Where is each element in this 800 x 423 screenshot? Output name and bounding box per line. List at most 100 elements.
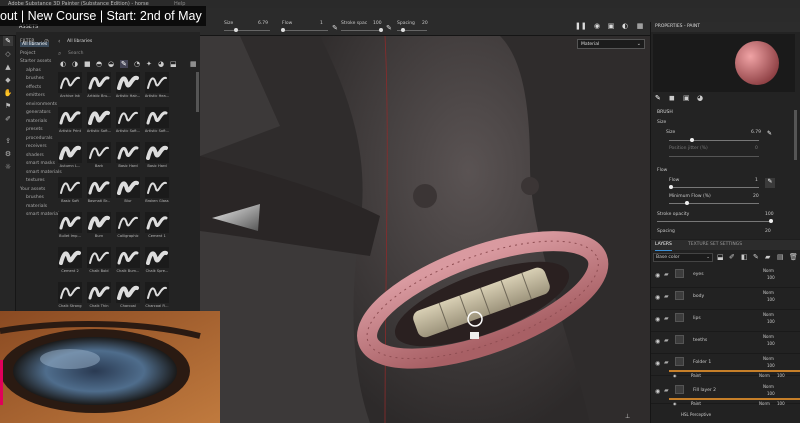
props-flow-knob[interactable] [668, 185, 673, 189]
back-arrow-icon[interactable]: ‹ [58, 38, 60, 45]
instance-icon[interactable]: ▤ [777, 253, 784, 261]
eye-icon[interactable]: ◉ [655, 388, 660, 395]
add-effect-icon[interactable]: ✎ [753, 253, 759, 261]
add-folder-icon[interactable]: ▰ [765, 253, 770, 261]
layer-opacity[interactable]: 100 [767, 341, 775, 346]
sublayer-opacity[interactable]: 100 [777, 373, 785, 378]
tree-item[interactable]: shaders [26, 153, 44, 158]
tree-item[interactable]: textures [26, 178, 45, 183]
min-flow-knob[interactable] [685, 201, 689, 205]
brush-thumbnail[interactable]: Basic Hard [143, 142, 171, 170]
brush-thumbnail[interactable]: Basic Soft [56, 177, 84, 205]
brush-thumbnail[interactable]: Cement 2 [56, 247, 84, 275]
layer-opacity[interactable]: 100 [767, 391, 775, 396]
color-picker-icon[interactable]: ✐ [3, 114, 13, 124]
delete-layer-icon[interactable]: 🗑 [789, 253, 798, 261]
tree-item[interactable]: presets [26, 127, 43, 132]
brush-thumbnail[interactable]: Bullet Imp... [56, 212, 84, 240]
eraser-icon[interactable]: ◇ [3, 49, 13, 59]
camera-icon[interactable]: ◉ [593, 22, 601, 30]
tree-item[interactable]: smart masks [26, 161, 55, 166]
eye-icon[interactable]: ◉ [655, 294, 660, 301]
export-icon[interactable]: ⇪ [3, 136, 13, 146]
smudge-icon[interactable]: ✋ [3, 88, 13, 98]
add-layer-icon[interactable]: ✐ [729, 253, 735, 261]
tree-item[interactable]: effects [26, 85, 41, 90]
flow-pen-icon[interactable]: ✎ [331, 24, 339, 32]
toolbar-flow-knob[interactable] [280, 28, 285, 32]
filter-textures-icon[interactable]: ◓ [96, 60, 102, 68]
layer-opacity[interactable]: 100 [767, 363, 775, 368]
tree-item[interactable]: environments [26, 102, 57, 107]
display-icon[interactable]: ☼ [3, 162, 13, 172]
sublayer-row[interactable]: ◉ Paint Norm 100 [671, 372, 800, 381]
layer-opacity[interactable]: 100 [767, 319, 775, 324]
brush-thumbnail[interactable]: Chalk Bold [85, 247, 113, 275]
tree-item[interactable]: receivers [26, 144, 47, 149]
brush-thumbnail[interactable]: Chalk Spre... [143, 247, 171, 275]
toolbar-size-knob[interactable] [233, 28, 238, 32]
tree-item[interactable]: alphas [26, 68, 41, 73]
brush-thumbnail[interactable]: Archive Ink [56, 72, 84, 100]
brush-thumbnail[interactable]: Charcoal Fi... [143, 282, 171, 310]
props-size-knob[interactable] [689, 138, 694, 142]
3d-viewport[interactable]: ⊥ [200, 36, 650, 423]
assets-scrollbar[interactable] [196, 72, 199, 112]
stroke-opacity-knob[interactable] [769, 219, 773, 223]
tree-item[interactable]: brushes [26, 195, 44, 200]
filter-presets-icon[interactable]: ⬓ [170, 60, 177, 68]
split-view-icon[interactable]: ▦ [636, 22, 644, 30]
layer-row[interactable]: ◉ ▰ teeths Norm 100 [651, 332, 800, 354]
pause-icon[interactable]: ❚❚ [575, 22, 587, 30]
sublayer-blend[interactable]: Norm [759, 373, 770, 378]
filter-smart-icon[interactable]: ◑ [72, 60, 78, 68]
channel-dropdown[interactable]: Base color ⌄ [653, 253, 713, 262]
tab-texture-set-settings[interactable]: TEXTURE SET SETTINGS [688, 240, 742, 250]
properties-scrollbar[interactable] [794, 110, 797, 160]
stencil-tab-icon[interactable]: ▣ [683, 94, 690, 102]
tree-item[interactable]: All libraries [20, 42, 50, 47]
filter-brushes-icon[interactable]: ✎ [120, 60, 128, 68]
tree-item[interactable]: Your assets [20, 187, 45, 192]
brush-thumbnail[interactable]: Artistic Bru... [85, 72, 113, 100]
geometry-fill-icon[interactable]: ◆ [3, 75, 13, 85]
sphere-view-icon[interactable]: ◐ [621, 22, 629, 30]
layer-blend-mode[interactable]: Norm [763, 356, 774, 361]
tree-item[interactable]: brushes [26, 76, 44, 81]
layer-blend-mode[interactable]: Norm [763, 334, 774, 339]
material-tab-icon[interactable]: ◼ [669, 94, 675, 102]
effect-row[interactable]: HSL Perceptive [681, 412, 711, 417]
paint-brush-icon[interactable]: ✎ [3, 36, 13, 46]
brush-thumbnail[interactable]: Basic Hard [114, 142, 142, 170]
eye-icon[interactable]: ◉ [655, 272, 660, 279]
brush-thumbnail[interactable]: Burn [85, 212, 113, 240]
filter-alphas-icon[interactable]: ◕ [158, 60, 164, 68]
brush-thumbnail[interactable]: Artistic Soft... [114, 107, 142, 135]
tree-item[interactable]: generators [26, 110, 51, 115]
sublayer-eye-icon[interactable]: ◉ [673, 401, 677, 406]
layer-row[interactable]: ◉ ▰ lips Norm 100 [651, 310, 800, 332]
filter-masks-icon[interactable]: ■ [84, 60, 91, 68]
size-pen-icon[interactable]: ✎ [767, 130, 772, 137]
viewport-mode-dropdown[interactable]: Material ⌄ [577, 39, 645, 49]
sublayer-eye-icon[interactable]: ◉ [673, 373, 677, 378]
brush-thumbnail[interactable]: Artistic Soft... [85, 107, 113, 135]
tree-item[interactable]: procedurals [26, 136, 53, 141]
brush-thumbnail[interactable]: Charcoal [114, 282, 142, 310]
brush-thumbnail[interactable]: Artistic Print [56, 107, 84, 135]
toolbar-stroke-knob[interactable] [379, 28, 383, 32]
grid-view-icon[interactable]: ▦ [190, 60, 197, 68]
assets-search-input[interactable]: Search [68, 51, 83, 56]
assets-breadcrumb[interactable]: All libraries [67, 39, 92, 44]
sublayer-row[interactable]: ◉ Paint Norm 100 [671, 400, 800, 409]
filter-materials-icon[interactable]: ◐ [60, 60, 66, 68]
layer-blend-mode[interactable]: Norm [763, 290, 774, 295]
eye-icon[interactable]: ◉ [655, 316, 660, 323]
stroke-pen-icon[interactable]: ✎ [385, 24, 393, 32]
tree-item[interactable]: Starter assets [20, 59, 51, 64]
brush-thumbnail[interactable]: Calligraphic [114, 212, 142, 240]
projection-icon[interactable]: ▲ [3, 62, 13, 72]
layer-row[interactable]: ◉ ▰ eyes Norm 100 [651, 266, 800, 288]
color-tab-icon[interactable]: ◕ [697, 94, 703, 102]
settings-icon[interactable]: ⚙ [3, 149, 13, 159]
